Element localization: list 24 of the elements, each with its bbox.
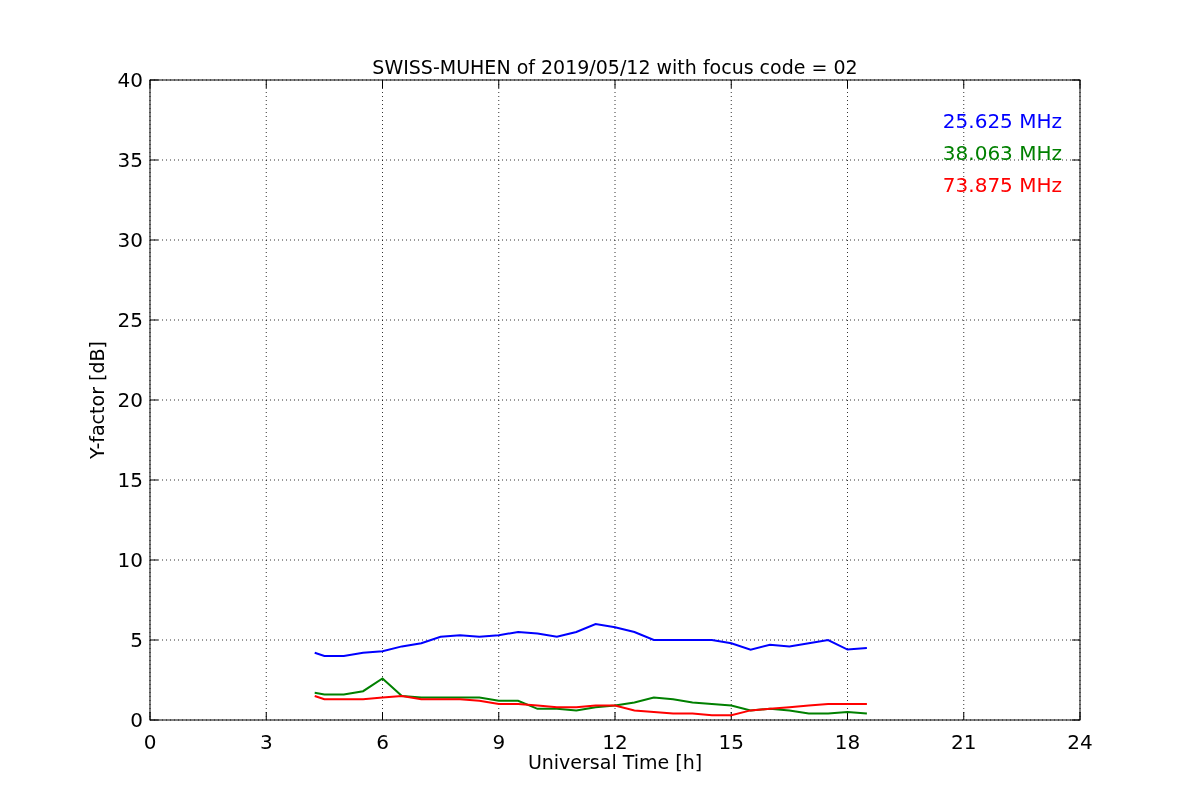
tick-label: 10 [117, 548, 143, 572]
tick-label: 15 [718, 730, 744, 754]
tick-label: 3 [259, 730, 273, 754]
tick-label: 0 [143, 730, 157, 754]
axis-title: Y-factor [dB] [86, 341, 108, 459]
tick-label: 6 [376, 730, 389, 754]
tick-label: 0 [130, 708, 143, 732]
tick-label: 30 [117, 228, 143, 252]
tick-label: 18 [834, 730, 861, 754]
tick-label: 35 [117, 148, 143, 172]
legend-label: 73.875 MHz [942, 173, 1062, 197]
chart-title: SWISS-MUHEN of 2019/05/12 with focus code = 02 [372, 56, 858, 78]
tick-label: 12 [602, 730, 628, 754]
tick-label: 21 [951, 730, 977, 754]
tick-label: 25 [117, 308, 143, 332]
tick-label: 24 [1067, 730, 1093, 754]
legend-label: 25.625 MHz [942, 109, 1062, 133]
axis-title: Universal Time [h] [527, 751, 703, 773]
tick-label: 20 [117, 388, 143, 412]
tick-label: 40 [117, 68, 143, 92]
tick-label: 15 [117, 468, 143, 492]
tick-label: 5 [130, 628, 143, 652]
legend-label: 38.063 MHz [942, 141, 1062, 165]
tick-label: 9 [492, 730, 506, 754]
